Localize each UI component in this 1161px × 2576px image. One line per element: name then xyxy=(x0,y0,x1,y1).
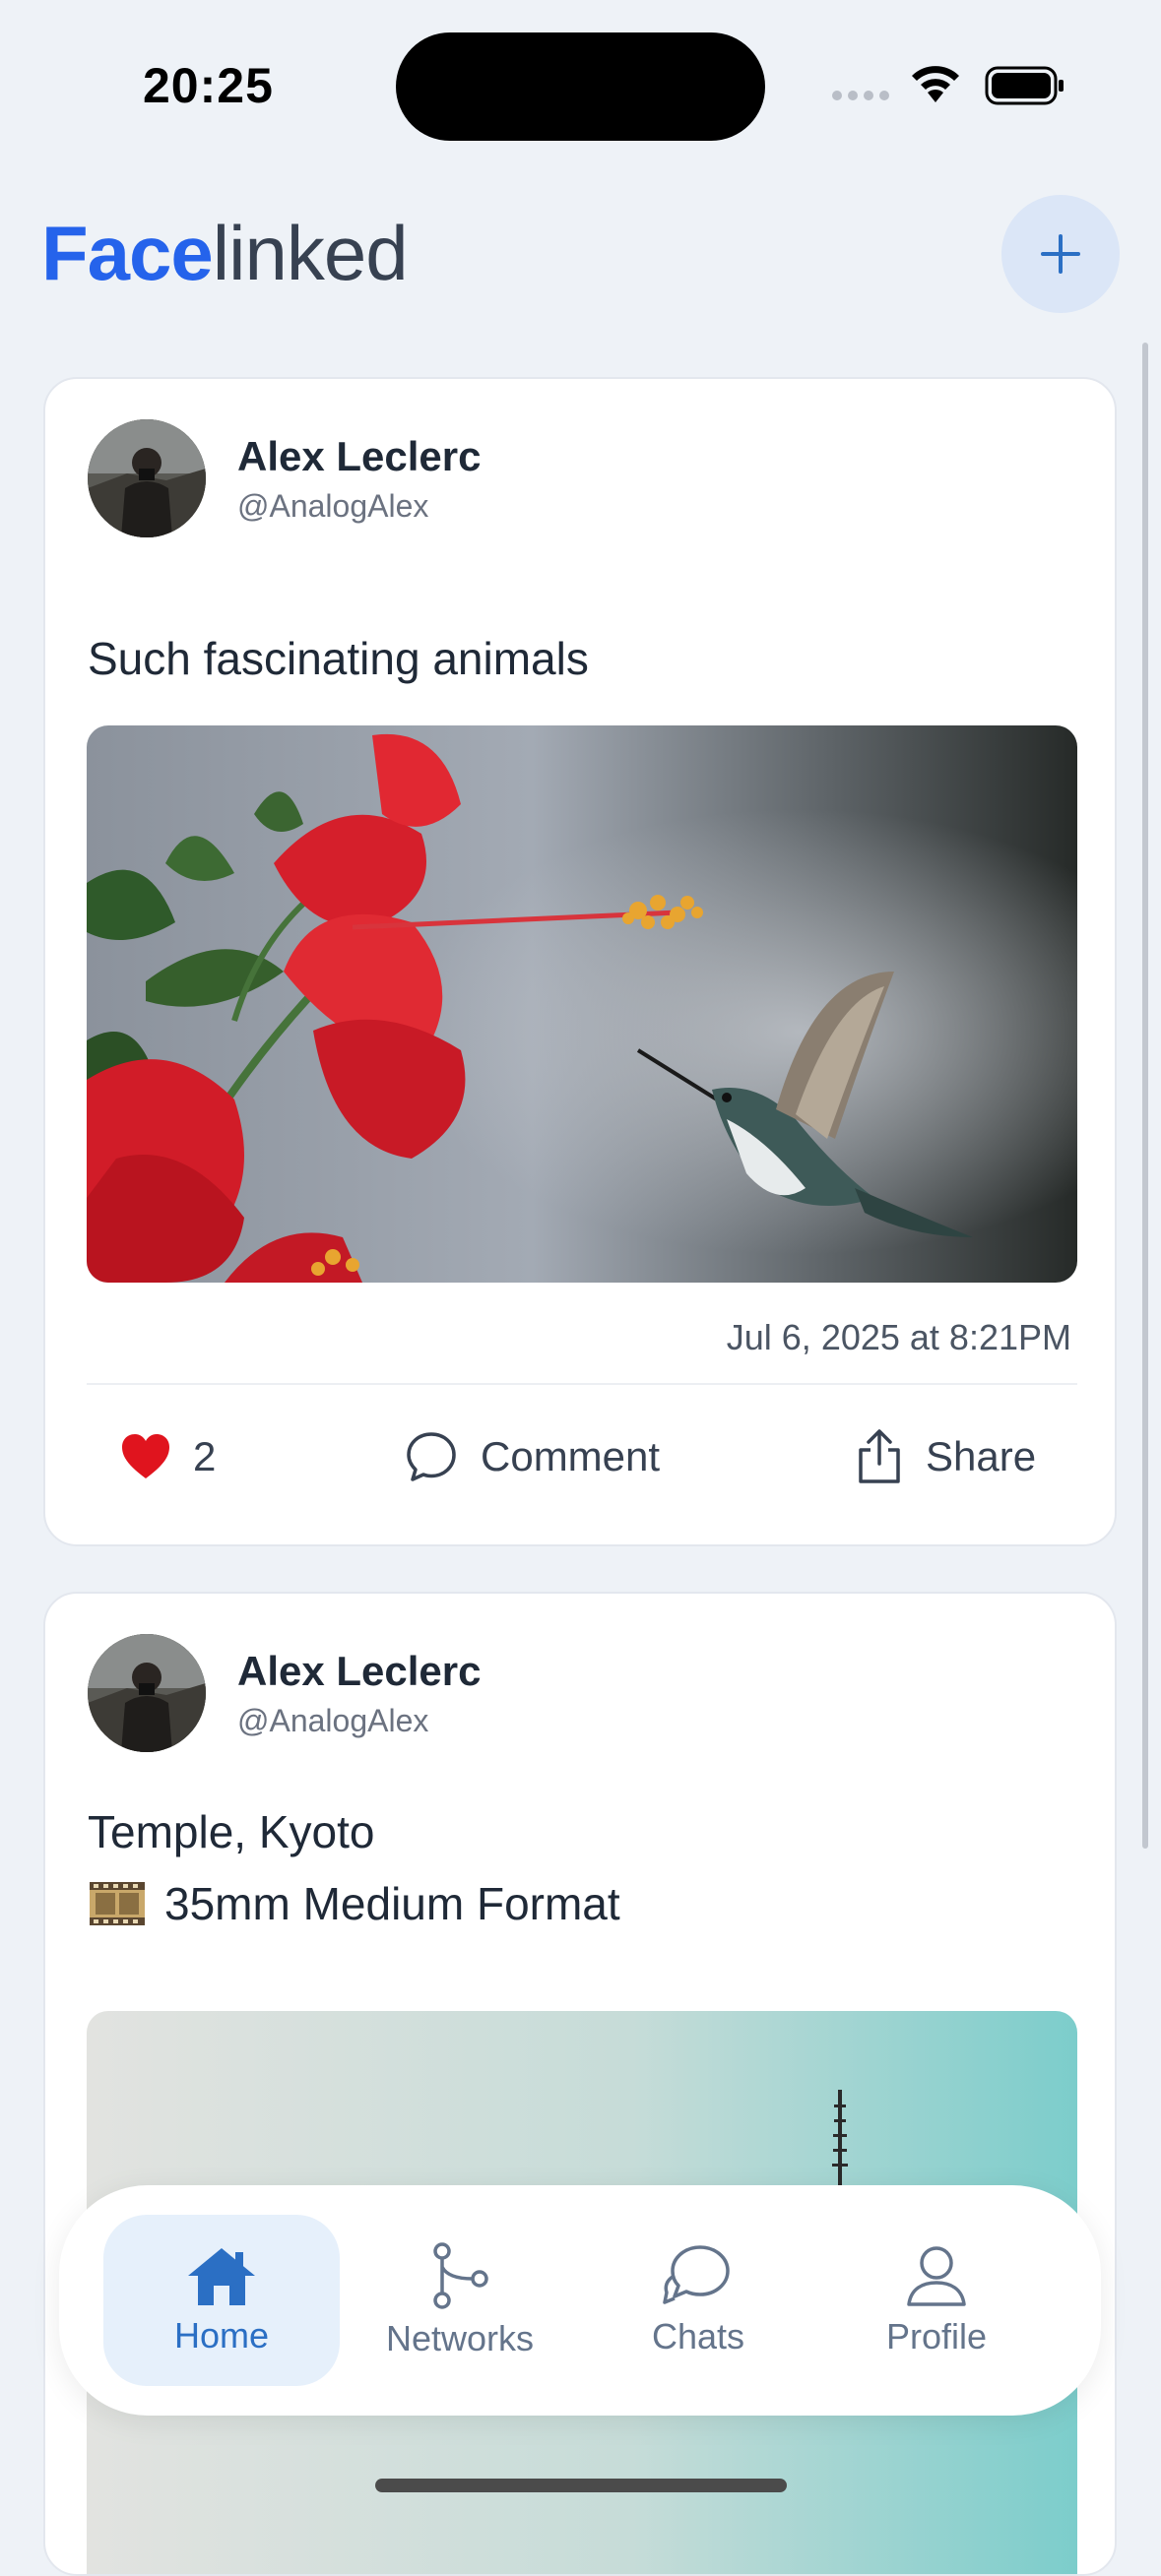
profile-icon xyxy=(907,2246,966,2306)
chats-icon xyxy=(663,2245,730,2304)
heart-icon xyxy=(122,1434,169,1478)
app-title-rest: linked xyxy=(212,210,409,296)
post-text-line: 35mm Medium Format xyxy=(88,1876,620,1931)
nav-item-chats[interactable]: Chats xyxy=(580,2215,816,2386)
comment-icon xyxy=(407,1432,456,1481)
networks-icon xyxy=(433,2242,488,2309)
post-actions: 2 Comment Share xyxy=(45,1413,1115,1501)
like-count: 2 xyxy=(193,1433,217,1479)
bottom-nav: Home Networks Chats Profile xyxy=(59,2185,1101,2416)
new-post-button[interactable] xyxy=(1001,195,1120,313)
nav-item-profile[interactable]: Profile xyxy=(818,2215,1055,2386)
author-avatar[interactable] xyxy=(88,419,206,537)
post-card: Alex Leclerc @AnalogAlex Temple, Kyoto 3… xyxy=(43,1592,1117,2576)
comment-label: Comment xyxy=(481,1433,661,1479)
nav-label: Chats xyxy=(651,2316,745,2356)
author-name[interactable]: Alex Leclerc xyxy=(237,1648,482,1695)
app-title: Facelinked xyxy=(41,209,409,298)
app-title-bold: Face xyxy=(41,210,214,296)
dynamic-island xyxy=(396,32,765,141)
comment-button[interactable]: Comment xyxy=(404,1413,660,1501)
like-button[interactable]: 2 xyxy=(120,1413,216,1501)
status-time: 20:25 xyxy=(143,58,274,113)
author-name[interactable]: Alex Leclerc xyxy=(237,433,482,480)
post-card: Alex Leclerc @AnalogAlex Such fascinatin… xyxy=(43,377,1117,1546)
cellular-signal-icon xyxy=(832,91,889,100)
film-reel-icon xyxy=(90,1882,145,1925)
feed-scrollbar[interactable] xyxy=(1142,343,1148,1849)
nav-label: Profile xyxy=(885,2316,988,2356)
nav-item-home[interactable]: Home xyxy=(103,2215,340,2386)
share-button[interactable]: Share xyxy=(855,1413,1036,1501)
author-handle[interactable]: @AnalogAlex xyxy=(237,488,428,525)
post-timestamp: Jul 6, 2025 at 8:21PM xyxy=(726,1317,1071,1357)
author-handle[interactable]: @AnalogAlex xyxy=(237,1703,428,1739)
wifi-icon xyxy=(912,66,959,102)
battery-icon xyxy=(985,66,1064,105)
share-label: Share xyxy=(926,1433,1037,1479)
post-text-film: 35mm Medium Format xyxy=(164,1878,620,1929)
nav-item-networks[interactable]: Networks xyxy=(342,2215,578,2386)
post-text-line: Temple, Kyoto xyxy=(88,1806,375,1857)
home-icon xyxy=(188,2248,255,2305)
divider xyxy=(87,1383,1077,1385)
post-text: Such fascinating animals xyxy=(88,633,589,684)
nav-label: Networks xyxy=(385,2318,535,2358)
share-icon xyxy=(859,1429,900,1483)
author-avatar[interactable] xyxy=(88,1634,206,1752)
post-image[interactable] xyxy=(87,725,1077,1283)
nav-label: Home xyxy=(173,2315,270,2356)
home-indicator[interactable] xyxy=(375,2479,787,2492)
plus-icon xyxy=(1041,234,1080,274)
